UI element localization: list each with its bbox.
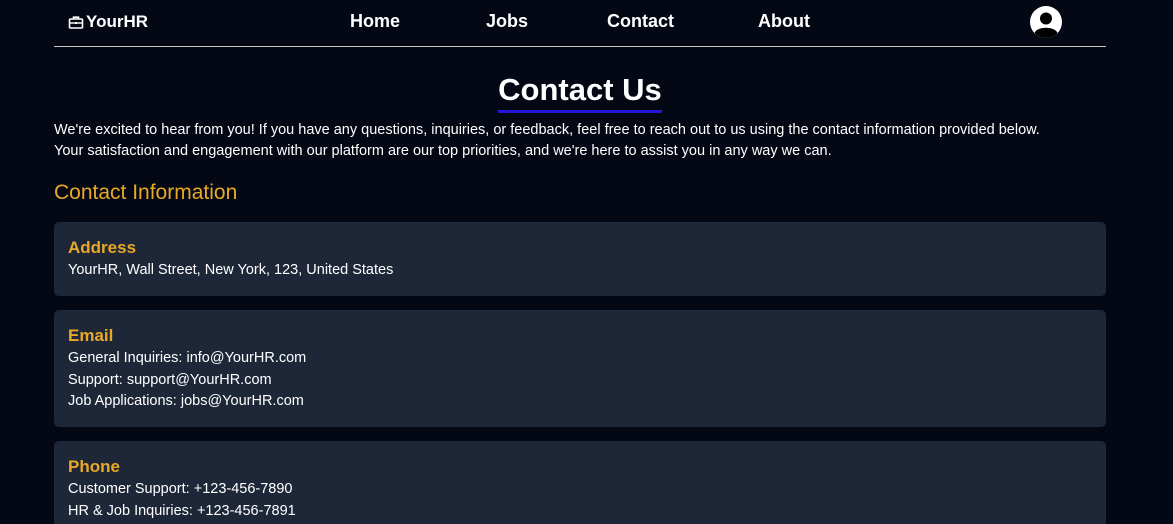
user-avatar-icon[interactable] xyxy=(1030,6,1062,38)
avatar-silhouette xyxy=(1030,6,1062,38)
intro-text: We're excited to hear from you! If you h… xyxy=(54,120,1106,162)
section-title: Contact Information xyxy=(54,181,238,204)
briefcase-icon xyxy=(68,16,84,29)
nav-link-about[interactable]: About xyxy=(758,11,810,32)
email-jobs: Job Applications: jobs@YourHR.com xyxy=(68,393,304,409)
page-title-container: Contact Us xyxy=(54,72,1106,113)
brand-name: YourHR xyxy=(86,12,149,31)
phone-card: Phone Customer Support: +123-456-7890 HR… xyxy=(54,441,1106,524)
email-support: Support: support@YourHR.com xyxy=(68,371,272,388)
card-title: Address xyxy=(68,238,137,257)
card-title: Email xyxy=(68,326,114,345)
nav-link-jobs[interactable]: Jobs xyxy=(486,11,528,32)
phone-support: Customer Support: +123-456-7890 xyxy=(68,481,293,497)
intro-line: Your satisfaction and engagement with ou… xyxy=(54,143,832,159)
phone-hr: HR & Job Inquiries: +123-456-7891 xyxy=(68,502,296,519)
nav-link-home[interactable]: Home xyxy=(350,11,400,32)
address-card: Address YourHR, Wall Street, New York, 1… xyxy=(54,222,1106,296)
card-title: Phone xyxy=(68,457,120,476)
email-card: Email General Inquiries: info@YourHR.com… xyxy=(54,310,1106,427)
brand-logo[interactable]: YourHR xyxy=(68,12,148,32)
intro-line: We're excited to hear from you! If you h… xyxy=(54,122,1040,138)
email-general: General Inquiries: info@YourHR.com xyxy=(68,350,307,366)
address-line: YourHR, Wall Street, New York, 123, Unit… xyxy=(68,262,394,278)
navbar: YourHR Home Jobs Contact About xyxy=(54,0,1106,47)
page-title: Contact Us xyxy=(498,72,662,113)
page: YourHR Home Jobs Contact About Contact U… xyxy=(54,0,1106,524)
nav-link-contact[interactable]: Contact xyxy=(607,11,674,32)
